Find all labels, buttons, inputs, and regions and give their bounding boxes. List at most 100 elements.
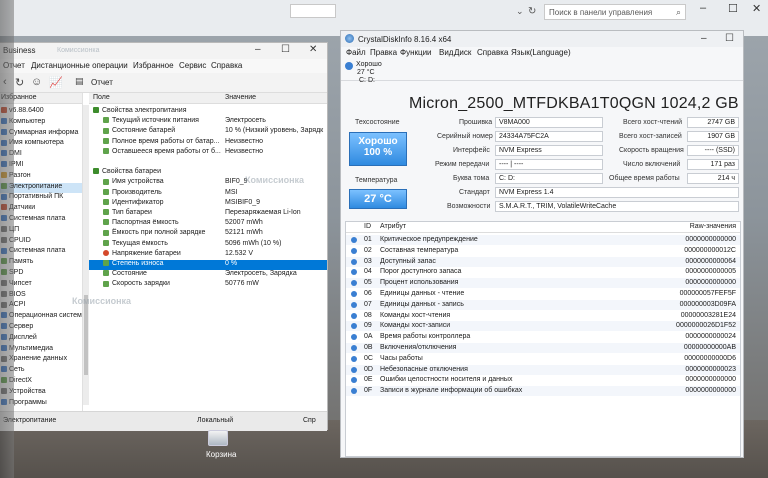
smart-row[interactable]: 0F Записи в журнале информации об ошибках… (346, 386, 740, 397)
refresh-icon[interactable]: ↻ (528, 6, 536, 17)
detail-value: Перезаряжаемая Li-Ion (225, 209, 301, 216)
detail-row[interactable]: Состояние батарей 10 % (Низкий уровень, З… (89, 127, 327, 137)
smart-row[interactable]: 04 Порог доступного запаса 0000000000005 (346, 267, 740, 277)
detail-row[interactable]: Текущая ёмкость 5096 mWh (10 %) (89, 240, 327, 250)
smart-row[interactable]: 0C Часы работы 00000000000D6 (346, 354, 740, 364)
maximize-icon[interactable]: ☐ (725, 33, 734, 44)
smart-attribute: Команды хост-записи (380, 322, 451, 330)
menu-file[interactable]: Файл (346, 48, 366, 57)
close-icon[interactable]: ✕ (752, 2, 761, 15)
detail-row[interactable]: Паспортная ёмкость 52007 mWh (89, 219, 327, 229)
smart-row[interactable]: 07 Единицы данных - запись 000000003D09FA (346, 299, 740, 310)
menu-favorites[interactable]: Избранное (133, 61, 174, 70)
detail-row[interactable]: Текущий источник питания Электросеть (89, 117, 327, 127)
status-dot-icon (351, 237, 357, 243)
detail-row[interactable]: Свойства электропитания (89, 107, 327, 117)
control-panel-search[interactable]: Поиск в панели управления ⌕ (544, 4, 686, 20)
detail-row[interactable]: Скорость зарядки 50776 mW (89, 280, 327, 290)
aida-detail-panel: Поле Значение Свойства электропитания Тек… (89, 93, 327, 411)
smart-row[interactable]: 0E Ошибки целостности носителя и данных 00… (346, 375, 740, 385)
tree-item-label: Системная плата (9, 215, 66, 222)
maximize-icon[interactable]: ☐ (728, 2, 738, 15)
smart-raw: 00000000000D6 (684, 354, 736, 362)
crystaldiskinfo-logo-icon (345, 34, 354, 43)
smart-row[interactable]: 08 Команды хост-чтения 00000003281E24 (346, 311, 740, 321)
detail-row[interactable]: Производитель MSI (89, 189, 327, 199)
user-icon[interactable]: ☺ (31, 76, 42, 88)
recycle-bin-label[interactable]: Корзина (206, 450, 236, 459)
property-icon (103, 280, 109, 287)
detail-value: 10 % (Низкий уровень, Зарядк (225, 127, 324, 135)
tree-item-label: Имя компьютера (9, 139, 64, 147)
menu-help[interactable]: Справка (211, 61, 242, 70)
smart-row[interactable]: 09 Команды хост-записи 0000000026D1F52 (346, 321, 740, 332)
smart-id: 0C (364, 354, 373, 362)
detail-row[interactable]: Состояние Электросеть, Зарядка (89, 270, 327, 280)
refresh-icon[interactable]: ↻ (15, 76, 24, 89)
smart-row[interactable]: 0D Небезопасные отключения 0000000000023 (346, 364, 740, 375)
chevron-down-icon[interactable]: ⌄ (516, 6, 524, 17)
menu-disk[interactable]: Диск (454, 48, 471, 57)
detail-row[interactable]: Степень износа 0 % (89, 260, 327, 270)
menu-edit[interactable]: Правка (370, 48, 397, 57)
detail-field: Свойства батареи (102, 168, 161, 176)
chart-icon[interactable]: 📈 (49, 76, 63, 89)
smart-row[interactable]: 0B Включения/отключения 00000000000AB (346, 343, 740, 353)
column-value[interactable]: Значение (225, 94, 256, 101)
smart-row[interactable]: 05 Процент использования 0000000000000 (346, 278, 740, 289)
scroll-thumb[interactable] (84, 295, 88, 375)
detail-value: Неизвестно (225, 147, 264, 155)
detail-value: 0 % (225, 260, 238, 267)
report-icon[interactable]: ▤ (75, 76, 84, 87)
detail-row[interactable]: Оставшееся время работы от б... Неизвестн… (89, 148, 327, 158)
host-writes-label: Всего хост-записей (619, 133, 682, 140)
smart-row[interactable]: 06 Единицы данных - чтение 000000057FEF5F (346, 289, 740, 299)
detail-row[interactable]: Идентификатор MSIBIF0_9 (89, 199, 327, 209)
temperature-value[interactable]: 27 °C (349, 189, 407, 209)
detail-field: Идентификатор (112, 198, 164, 206)
detail-row[interactable] (89, 158, 327, 168)
drive-selector[interactable]: Хорошо 27 °C C: D: (341, 59, 743, 84)
smart-row[interactable]: 03 Доступный запас 0000000000064 (346, 256, 740, 267)
minimize-icon[interactable]: – (700, 2, 706, 14)
column-field[interactable]: Поле (93, 94, 110, 101)
menu-view[interactable]: Вид (439, 48, 453, 57)
property-icon (93, 107, 99, 114)
property-icon (103, 147, 109, 154)
menu-help[interactable]: Справка (477, 48, 508, 57)
report-button[interactable]: Отчет (91, 78, 113, 87)
menu-language[interactable]: Язык(Language) (511, 48, 571, 57)
menu-remote[interactable]: Дистанционные операции (31, 61, 128, 70)
smart-row[interactable]: 02 Составная температура 000000000012C (346, 246, 740, 256)
smart-id: 04 (364, 268, 372, 276)
smart-col-id[interactable]: ID (364, 223, 371, 230)
drive-status: Хорошо (356, 61, 382, 68)
tree-item-label: Хранение данных (9, 355, 68, 363)
drive-letter: C: D: (359, 77, 375, 84)
property-icon (103, 229, 109, 236)
minimize-icon[interactable]: – (255, 44, 261, 55)
status-dot-icon (351, 345, 357, 351)
smart-col-attr[interactable]: Атрибут (380, 223, 406, 230)
smart-id: 05 (364, 279, 372, 287)
smart-id: 0B (364, 344, 373, 351)
smart-row[interactable]: 0A Время работы контроллера 0000000000024 (346, 332, 740, 342)
menu-service[interactable]: Сервис (179, 61, 206, 70)
detail-row[interactable]: Полное время работы от батар... Неизвестн… (89, 138, 327, 148)
tree-item-label: Компьютер (9, 117, 46, 125)
health-status-button[interactable]: Хорошо 100 % (349, 132, 407, 166)
close-icon[interactable]: ✕ (309, 44, 317, 55)
smart-row[interactable]: 01 Критическое предупреждение 000000000000… (346, 235, 740, 245)
menu-functions[interactable]: Функции (400, 48, 432, 57)
detail-row[interactable]: Тип батареи Перезаряжаемая Li-Ion (89, 209, 327, 219)
host-writes-value: 1907 GB (687, 131, 739, 142)
maximize-icon[interactable]: ☐ (281, 44, 290, 55)
detail-row[interactable]: Напряжение батареи 12.532 V (89, 250, 327, 260)
smart-col-raw[interactable]: Raw-значения (690, 223, 736, 230)
address-field[interactable] (290, 4, 336, 18)
minimize-icon[interactable]: – (701, 33, 707, 44)
rotation-value: ---- (SSD) (687, 145, 739, 156)
recycle-bin-icon[interactable] (208, 430, 228, 446)
detail-row[interactable]: Ёмкость при полной зарядке 52121 mWh (89, 229, 327, 239)
smart-id: 0F (364, 387, 373, 395)
